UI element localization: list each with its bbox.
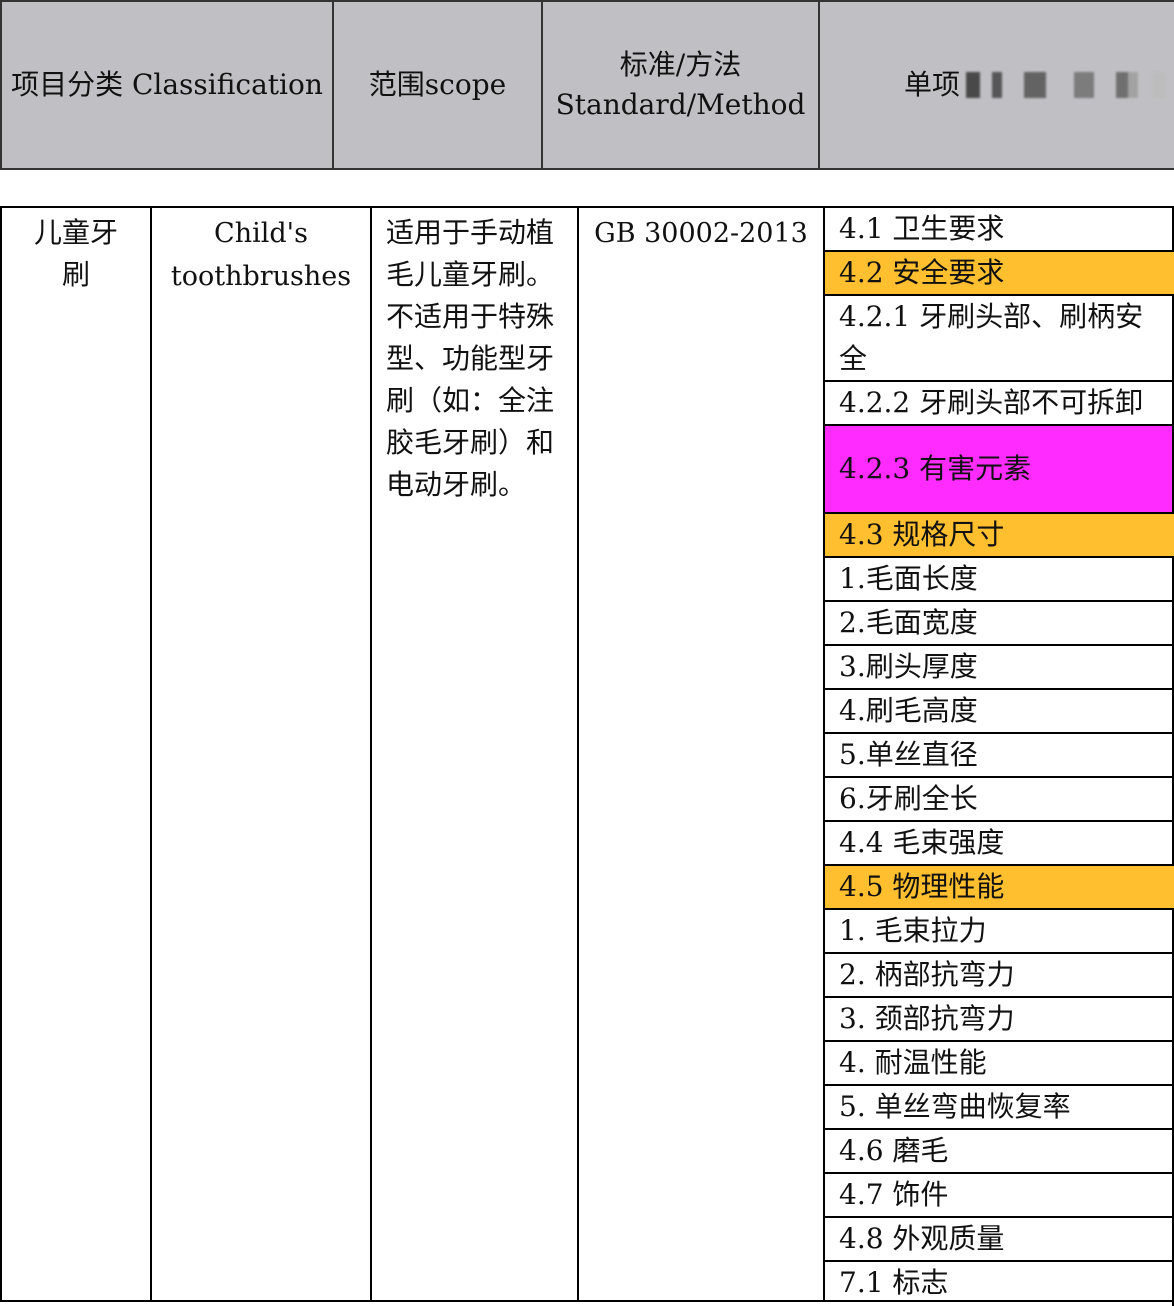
list-item: 7.1 标志 bbox=[825, 1262, 1174, 1306]
list-item: 4.4 毛束强度 bbox=[825, 822, 1174, 866]
list-item-label: 2. 柄部抗弯力 bbox=[839, 958, 1015, 991]
list-item-label: 5.单丝直径 bbox=[839, 738, 978, 771]
header-standard: 标准/方法 Standard/Method bbox=[543, 2, 820, 168]
scope-cell: 适用于手动植毛儿童牙刷。不适用于特殊型、功能型牙刷（如：全注胶毛牙刷）和电动牙刷… bbox=[370, 208, 577, 1300]
items-cell: 4.1 卫生要求 4.2 安全要求 4.2.1 牙刷头部、刷柄安全 4.2.2 牙刷头… bbox=[823, 208, 1174, 1306]
list-item-label: 7.1 标志 bbox=[839, 1266, 949, 1299]
standard-code: GB 30002-2013 bbox=[594, 218, 808, 249]
list-item-label: 4.3 规格尺寸 bbox=[839, 518, 1005, 551]
list-item-label: 4.5 物理性能 bbox=[839, 870, 1005, 903]
list-item-label: 1. 毛束拉力 bbox=[839, 914, 987, 947]
list-item-label: 4.2.2 牙刷头部不可拆卸 bbox=[839, 386, 1144, 419]
table-body: 儿童牙刷 Child's toothbrushes 适用于手动植毛儿童牙刷。不适… bbox=[0, 206, 1174, 1306]
list-item-label: 3. 颈部抗弯力 bbox=[839, 1002, 1015, 1035]
header-standard-label-en: Standard/Method bbox=[555, 88, 806, 121]
list-item: 5.单丝直径 bbox=[825, 734, 1174, 778]
list-item: 5. 单丝弯曲恢复率 bbox=[825, 1086, 1174, 1130]
list-item: 4.8 外观质量 bbox=[825, 1218, 1174, 1262]
list-item: 3.刷头厚度 bbox=[825, 646, 1174, 690]
standard-cell: GB 30002-2013 bbox=[577, 208, 823, 1300]
list-item: 3. 颈部抗弯力 bbox=[825, 998, 1174, 1042]
list-item: 4.6 磨毛 bbox=[825, 1130, 1174, 1174]
list-item-label: 3.刷头厚度 bbox=[839, 650, 978, 683]
redacted-text bbox=[966, 72, 1167, 98]
list-item-label: 4.2 安全要求 bbox=[839, 256, 1005, 289]
list-item: 4.2.2 牙刷头部不可拆卸 bbox=[825, 382, 1174, 426]
list-item: 4.2.3 有害元素 bbox=[825, 426, 1174, 514]
header-item: 单项 bbox=[820, 2, 1174, 168]
scope-text: 适用于手动植毛儿童牙刷。不适用于特殊型、功能型牙刷（如：全注胶毛牙刷）和电动牙刷… bbox=[386, 216, 555, 501]
list-item: 1. 毛束拉力 bbox=[825, 910, 1174, 954]
list-item-label: 4.刷毛高度 bbox=[839, 694, 978, 727]
list-item: 2. 柄部抗弯力 bbox=[825, 954, 1174, 998]
list-item: 4.1 卫生要求 bbox=[825, 208, 1174, 252]
list-item-label: 4.2.1 牙刷头部、刷柄安全 bbox=[839, 300, 1144, 375]
list-item-label: 5. 单丝弯曲恢复率 bbox=[839, 1090, 1071, 1123]
list-item: 4.2 安全要求 bbox=[825, 252, 1174, 296]
list-item: 4.刷毛高度 bbox=[825, 690, 1174, 734]
list-item-label: 4.1 卫生要求 bbox=[839, 212, 1005, 245]
header-classification: 项目分类 Classification bbox=[0, 2, 334, 168]
classification-cell: 儿童牙刷 bbox=[0, 208, 150, 1300]
classification-cn: 儿童牙刷 bbox=[33, 216, 118, 291]
list-item-label: 6.牙刷全长 bbox=[839, 782, 978, 815]
list-item-label: 4.2.3 有害元素 bbox=[839, 452, 1032, 485]
header-classification-label: 项目分类 Classification bbox=[11, 68, 323, 101]
list-item-label: 4.4 毛束强度 bbox=[839, 826, 1005, 859]
header-item-label: 单项 bbox=[904, 68, 961, 101]
item-list: 4.1 卫生要求 4.2 安全要求 4.2.1 牙刷头部、刷柄安全 4.2.2 牙刷头… bbox=[825, 208, 1174, 1306]
list-item-label: 1.毛面长度 bbox=[839, 562, 978, 595]
list-item-label: 4.6 磨毛 bbox=[839, 1134, 949, 1167]
list-item-label: 2.毛面宽度 bbox=[839, 606, 978, 639]
list-item: 4.5 物理性能 bbox=[825, 866, 1174, 910]
list-item: 1.毛面长度 bbox=[825, 558, 1174, 602]
list-item-label: 4.8 外观质量 bbox=[839, 1222, 1005, 1255]
table-header: 项目分类 Classification 范围scope 标准/方法 Standa… bbox=[0, 0, 1174, 170]
list-item: 2.毛面宽度 bbox=[825, 602, 1174, 646]
list-item: 6.牙刷全长 bbox=[825, 778, 1174, 822]
classification-en: Child's toothbrushes bbox=[170, 218, 352, 292]
header-standard-label-cn: 标准/方法 bbox=[619, 48, 742, 81]
list-item-label: 4.7 饰件 bbox=[839, 1178, 949, 1211]
list-item: 4.7 饰件 bbox=[825, 1174, 1174, 1218]
list-item-label: 4. 耐温性能 bbox=[839, 1046, 987, 1079]
header-scope: 范围scope bbox=[334, 2, 543, 168]
list-item: 4.2.1 牙刷头部、刷柄安全 bbox=[825, 296, 1174, 382]
list-item: 4.3 规格尺寸 bbox=[825, 514, 1174, 558]
header-scope-label: 范围scope bbox=[368, 68, 507, 101]
classification-en-cell: Child's toothbrushes bbox=[150, 208, 370, 1300]
list-item: 4. 耐温性能 bbox=[825, 1042, 1174, 1086]
